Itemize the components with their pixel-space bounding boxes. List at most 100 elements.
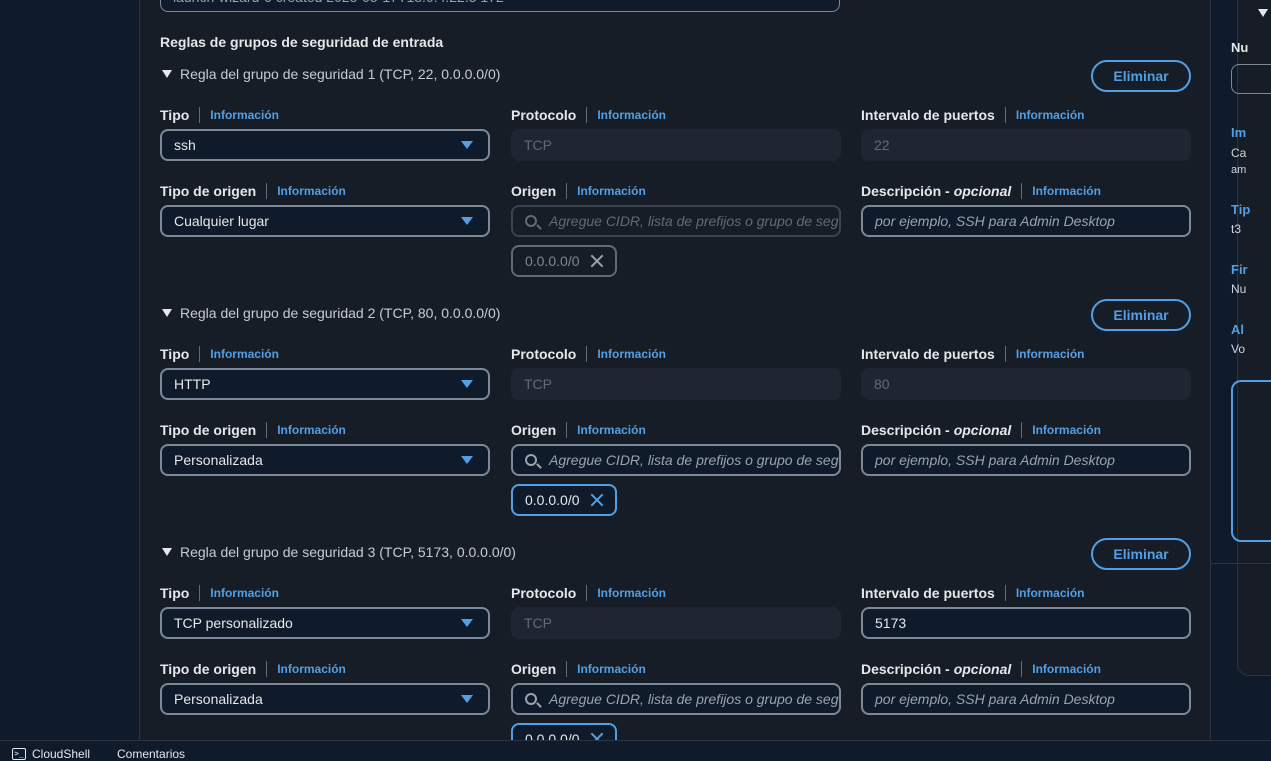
close-icon[interactable]: [589, 731, 605, 740]
security-group-description-input[interactable]: launch-wizard-6 created 2025-05-17T18:0:…: [160, 0, 840, 12]
cloudshell-button[interactable]: >_ CloudShell: [12, 747, 90, 761]
rule-3-tipo-origen-select[interactable]: Personalizada: [160, 683, 490, 715]
info-link[interactable]: Información: [1032, 423, 1101, 437]
rule-1-origen-search: Agregue CIDR, lista de prefijos o grupo …: [511, 205, 841, 237]
rule-1-tipo-origen-select[interactable]: Cualquier lugar: [160, 205, 490, 237]
summary-type-value: t3: [1231, 222, 1242, 236]
rule-3-puertos-input[interactable]: 5173: [861, 607, 1191, 639]
rule-1-protocolo-field: TCP: [511, 129, 841, 161]
dropdown-arrow-icon: [461, 619, 473, 627]
info-link[interactable]: Información: [1016, 347, 1085, 361]
dropdown-arrow-icon: [461, 141, 473, 149]
summary-image-sub: am: [1231, 164, 1247, 176]
info-link[interactable]: Información: [210, 347, 279, 361]
info-link[interactable]: Información: [597, 586, 666, 600]
close-icon[interactable]: [589, 492, 605, 508]
rule-3-tipo-label: Tipo Información: [160, 585, 279, 601]
summary-divider: [1211, 563, 1271, 564]
rule-3-descripcion-label: Descripción - opcional Información: [861, 661, 1101, 677]
rule-2-protocolo-label: Protocolo Información: [511, 346, 667, 362]
footer-bar: >_ CloudShell Comentarios: [0, 740, 1271, 761]
rule-2-puertos-field: 80: [861, 368, 1191, 400]
summary-nu-label: Nu: [1231, 40, 1249, 55]
rule-2-delete-button[interactable]: Eliminar: [1091, 299, 1191, 331]
caret-down-icon: [162, 309, 172, 317]
info-link[interactable]: Información: [1016, 108, 1085, 122]
left-gutter: [0, 0, 140, 740]
rule-1-header: Regla del grupo de seguridad 1 (TCP, 22,…: [180, 66, 501, 82]
info-link[interactable]: Información: [1016, 586, 1085, 600]
rule-3-cidr-token: 0.0.0.0/0: [511, 723, 617, 740]
comentarios-link[interactable]: Comentarios: [117, 747, 185, 761]
rule-1-descripcion-input[interactable]: por ejemplo, SSH para Admin Desktop: [861, 205, 1191, 237]
rule-2-tipo-label: Tipo Información: [160, 346, 279, 362]
rule-3-descripcion-input[interactable]: por ejemplo, SSH para Admin Desktop: [861, 683, 1191, 715]
summary-firewall-value: Nu: [1231, 282, 1247, 296]
rule-3-toggle[interactable]: Regla del grupo de seguridad 3 (TCP, 517…: [162, 544, 516, 560]
summary-storage-value: Vo: [1231, 342, 1246, 356]
info-link[interactable]: Información: [577, 662, 646, 676]
rule-3-protocolo-label: Protocolo Información: [511, 585, 667, 601]
info-link[interactable]: Información: [577, 423, 646, 437]
info-link[interactable]: Información: [597, 347, 666, 361]
rule-2-tipo-origen-label: Tipo de origen Información: [160, 422, 346, 438]
info-link[interactable]: Información: [597, 108, 666, 122]
summary-box: [1237, 0, 1271, 676]
info-link[interactable]: Información: [1032, 184, 1101, 198]
dropdown-arrow-icon: [461, 380, 473, 388]
info-link[interactable]: Información: [277, 423, 346, 437]
rule-3-origen-search[interactable]: Agregue CIDR, lista de prefijos o grupo …: [511, 683, 841, 715]
rule-2-descripcion-label: Descripción - opcional Información: [861, 422, 1101, 438]
summary-storage-link[interactable]: Al: [1231, 322, 1244, 337]
info-link[interactable]: Información: [1032, 662, 1101, 676]
info-link[interactable]: Información: [277, 184, 346, 198]
rule-2-tipo-origen-select[interactable]: Personalizada: [160, 444, 490, 476]
terminal-icon: >_: [12, 748, 26, 760]
inbound-rules-title: Reglas de grupos de seguridad de entrada: [160, 34, 444, 50]
rule-3-header: Regla del grupo de seguridad 3 (TCP, 517…: [180, 544, 516, 560]
rule-1-puertos-field: 22: [861, 129, 1191, 161]
summary-image-link[interactable]: Im: [1231, 125, 1246, 140]
rule-3-intervalo-label: Intervalo de puertos Información: [861, 585, 1085, 601]
info-link[interactable]: Información: [577, 184, 646, 198]
dropdown-arrow-icon: [461, 695, 473, 703]
rule-1-tipo-select[interactable]: ssh: [160, 129, 490, 161]
dropdown-arrow-icon: [461, 456, 473, 464]
rule-3-tipo-select[interactable]: TCP personalizado: [160, 607, 490, 639]
caret-down-icon: [162, 548, 172, 556]
rule-2-intervalo-label: Intervalo de puertos Información: [861, 346, 1085, 362]
summary-side-panel: Nu Im Ca am Tip t3 Fir Nu Al Vo: [1211, 0, 1271, 740]
rule-2-tipo-select[interactable]: HTTP: [160, 368, 490, 400]
search-icon: [525, 215, 537, 227]
rule-1-descripcion-label: Descripción - opcional Información: [861, 183, 1101, 199]
rule-2-cidr-token: 0.0.0.0/0: [511, 484, 617, 516]
rule-2-toggle[interactable]: Regla del grupo de seguridad 2 (TCP, 80,…: [162, 305, 500, 321]
rule-1-protocolo-label: Protocolo Información: [511, 107, 667, 123]
dropdown-arrow-icon: [461, 217, 473, 225]
rule-1-cidr-token: 0.0.0.0/0: [511, 245, 617, 277]
security-group-panel: launch-wizard-6 created 2025-05-17T18:0:…: [139, 0, 1211, 740]
rule-1-origen-label: Origen Información: [511, 183, 646, 199]
summary-count-input[interactable]: [1231, 64, 1271, 94]
rule-1-intervalo-label: Intervalo de puertos Información: [861, 107, 1085, 123]
summary-image-text: Ca: [1231, 146, 1247, 160]
rule-2-descripcion-input[interactable]: por ejemplo, SSH para Admin Desktop: [861, 444, 1191, 476]
rule-1-tipo-label: Tipo Información: [160, 107, 279, 123]
search-icon: [525, 693, 537, 705]
search-icon: [525, 454, 537, 466]
rule-1-toggle[interactable]: Regla del grupo de seguridad 1 (TCP, 22,…: [162, 66, 500, 82]
rule-2-header: Regla del grupo de seguridad 2 (TCP, 80,…: [180, 305, 501, 321]
rule-1-tipo-origen-label: Tipo de origen Información: [160, 183, 346, 199]
rule-3-origen-label: Origen Información: [511, 661, 646, 677]
rule-3-delete-button[interactable]: Eliminar: [1091, 538, 1191, 570]
info-link[interactable]: Información: [210, 586, 279, 600]
close-icon: [589, 253, 605, 269]
rule-3-protocolo-field: TCP: [511, 607, 841, 639]
summary-type-link[interactable]: Tip: [1231, 202, 1250, 217]
caret-down-icon[interactable]: [1258, 9, 1268, 17]
info-link[interactable]: Información: [277, 662, 346, 676]
rule-1-delete-button[interactable]: Eliminar: [1091, 60, 1191, 92]
rule-2-origen-search[interactable]: Agregue CIDR, lista de prefijos o grupo …: [511, 444, 841, 476]
summary-firewall-link[interactable]: Fir: [1231, 262, 1248, 277]
info-link[interactable]: Información: [210, 108, 279, 122]
